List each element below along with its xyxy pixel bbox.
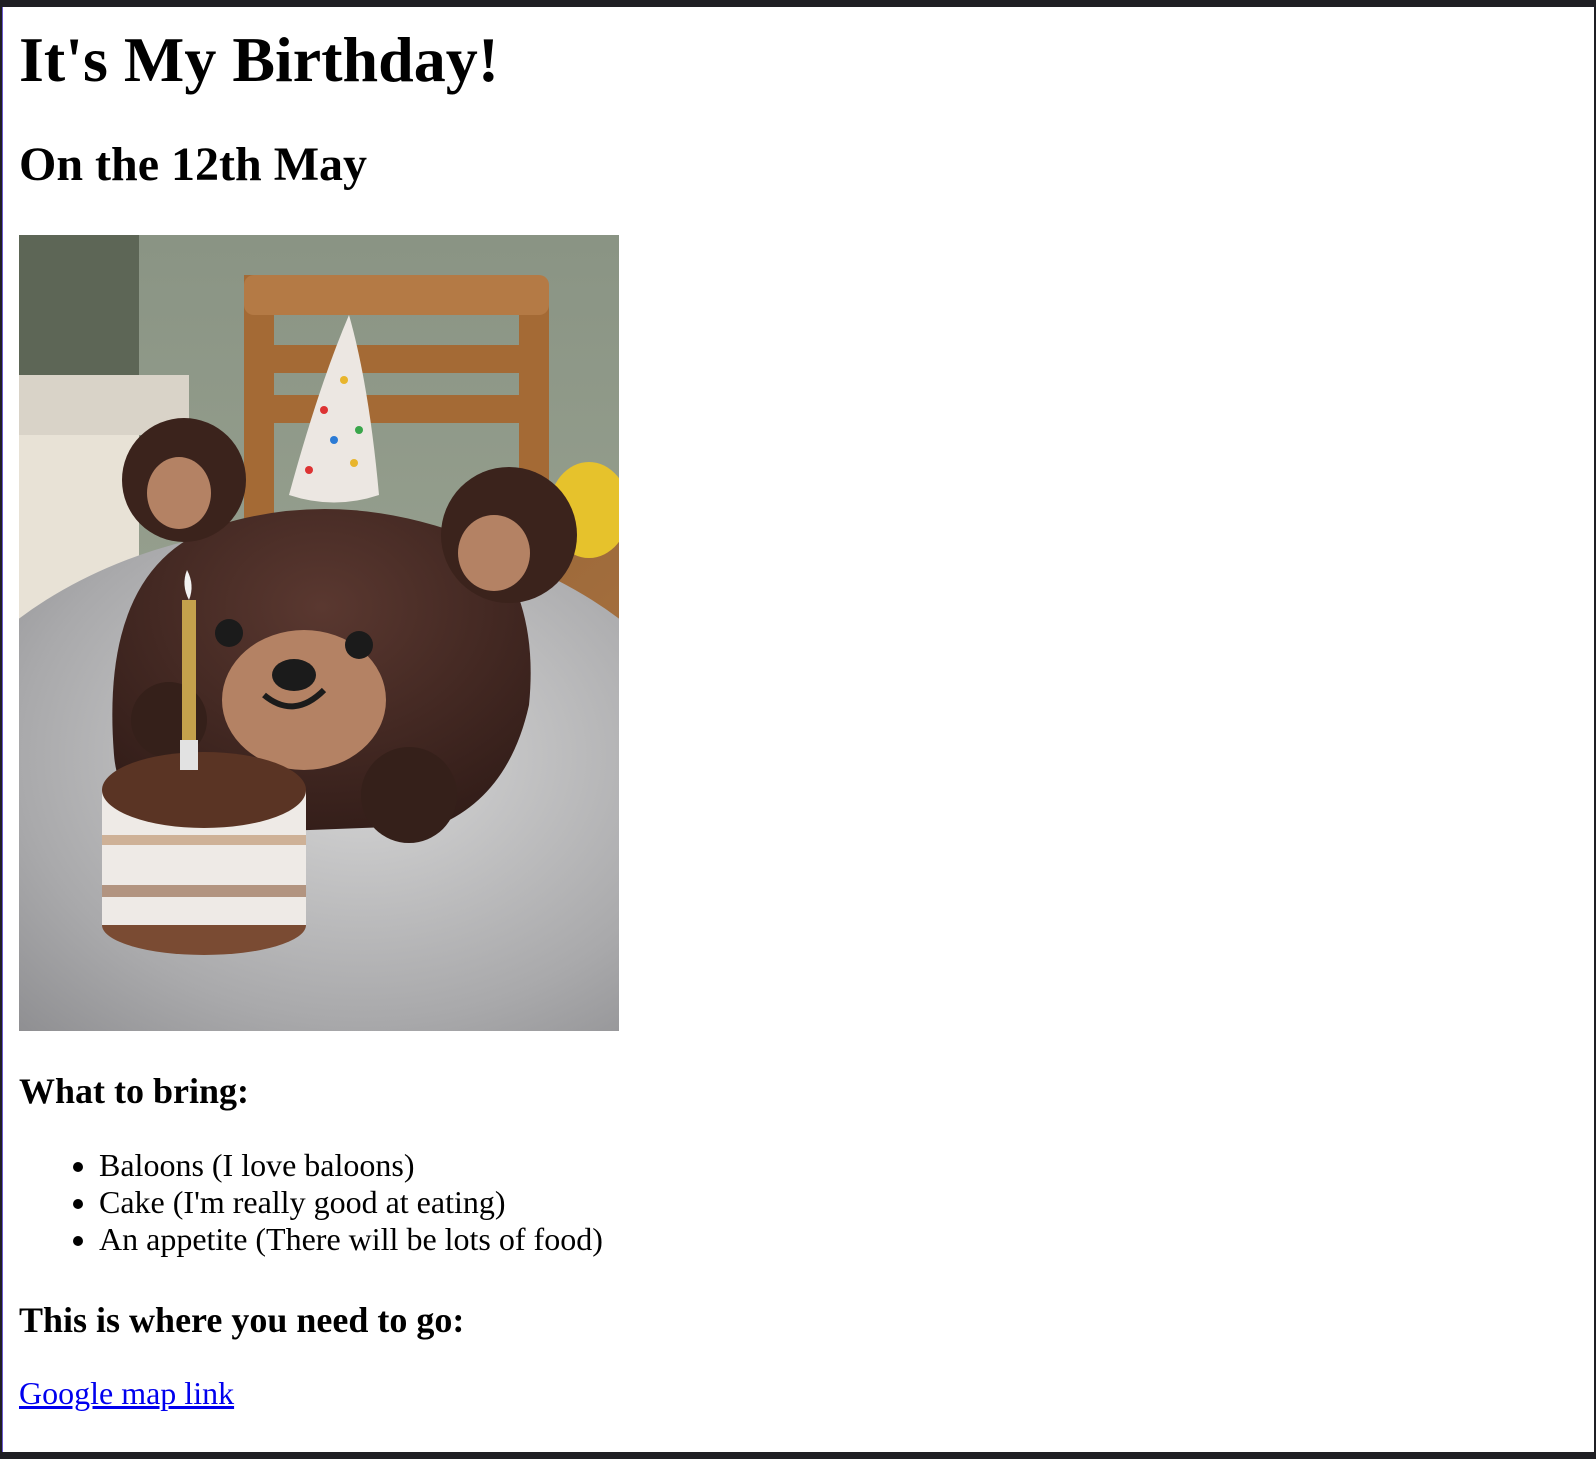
- list-item: An appetite (There will be lots of food): [99, 1221, 603, 1258]
- bear-cake-photo: [19, 235, 619, 1031]
- page-title: It's My Birthday!: [19, 24, 499, 95]
- list-item: Cake (I'm really good at eating): [99, 1184, 603, 1221]
- directions-heading: This is where you need to go:: [19, 1300, 465, 1340]
- browser-viewport: It's My Birthday! On the 12th May What t…: [2, 7, 1594, 1452]
- event-date: On the 12th May: [19, 138, 367, 191]
- list-item: Baloons (I love baloons): [99, 1147, 603, 1184]
- bear-cake-image: [19, 235, 619, 1031]
- google-map-link[interactable]: Google map link: [19, 1373, 234, 1413]
- bring-list: Baloons (I love baloons) Cake (I'm reall…: [19, 1147, 603, 1258]
- what-to-bring-heading: What to bring:: [19, 1071, 250, 1111]
